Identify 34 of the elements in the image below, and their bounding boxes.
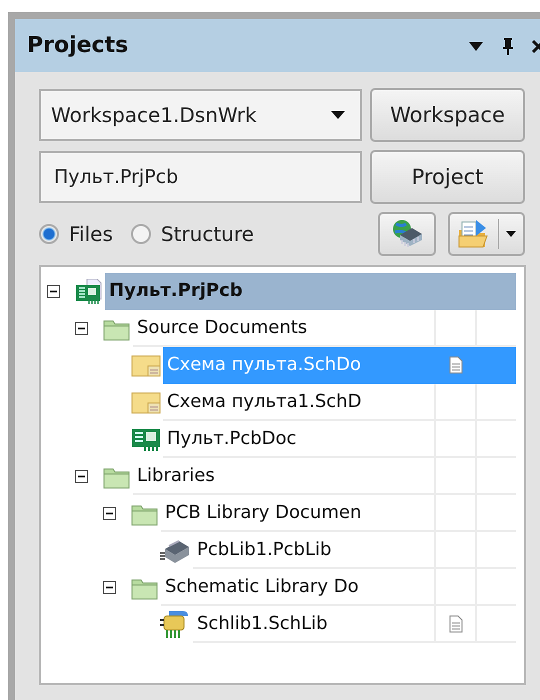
- collapse-toggle[interactable]: [47, 285, 60, 298]
- component-icon: [159, 610, 191, 640]
- tree-item[interactable]: Пульт.PcbDoc: [163, 421, 434, 458]
- project-button[interactable]: Project: [370, 150, 525, 204]
- tree-item[interactable]: Schematic Library Do: [161, 569, 434, 606]
- workspace-button[interactable]: Workspace: [370, 88, 525, 142]
- circuit-board-icon: [131, 428, 161, 452]
- schematic-sheet-icon: [131, 390, 161, 414]
- tree-item[interactable]: PCB Library Documen: [161, 495, 434, 532]
- workspace-dropdown[interactable]: Workspace1.DsnWrk: [39, 89, 362, 141]
- collapse-toggle[interactable]: [103, 581, 116, 594]
- tree-item[interactable]: Schlib1.SchLib: [193, 606, 434, 643]
- collapse-toggle[interactable]: [75, 322, 88, 335]
- radio-option[interactable]: Files: [39, 222, 113, 246]
- caret-icon: [330, 110, 346, 120]
- panel-title: Projects: [27, 33, 128, 58]
- tree-item[interactable]: Схема пульта1.SchD: [163, 384, 434, 421]
- pin-icon[interactable]: [502, 36, 514, 54]
- table-cell: [475, 384, 516, 421]
- project-field[interactable]: Пульт.PrjPcb: [39, 151, 362, 203]
- collapse-toggle[interactable]: [103, 507, 116, 520]
- collapse-toggle[interactable]: [75, 470, 88, 483]
- tree-item[interactable]: Пульт.PrjPcb: [105, 273, 434, 310]
- radio-option[interactable]: Structure: [130, 222, 254, 246]
- dropdown-icon[interactable]: [468, 40, 484, 52]
- globe-chip-icon: [390, 218, 424, 250]
- caret-icon: [505, 230, 517, 238]
- schematic-sheet-icon: [131, 354, 161, 378]
- open-document-button[interactable]: [448, 212, 525, 256]
- tree-item[interactable]: PcbLib1.PcbLib: [193, 532, 434, 569]
- tree-item[interactable]: Libraries: [133, 458, 434, 495]
- table-cell: [475, 273, 516, 310]
- circuit-board-icon: [75, 278, 103, 304]
- chip-globe-button[interactable]: [378, 212, 436, 256]
